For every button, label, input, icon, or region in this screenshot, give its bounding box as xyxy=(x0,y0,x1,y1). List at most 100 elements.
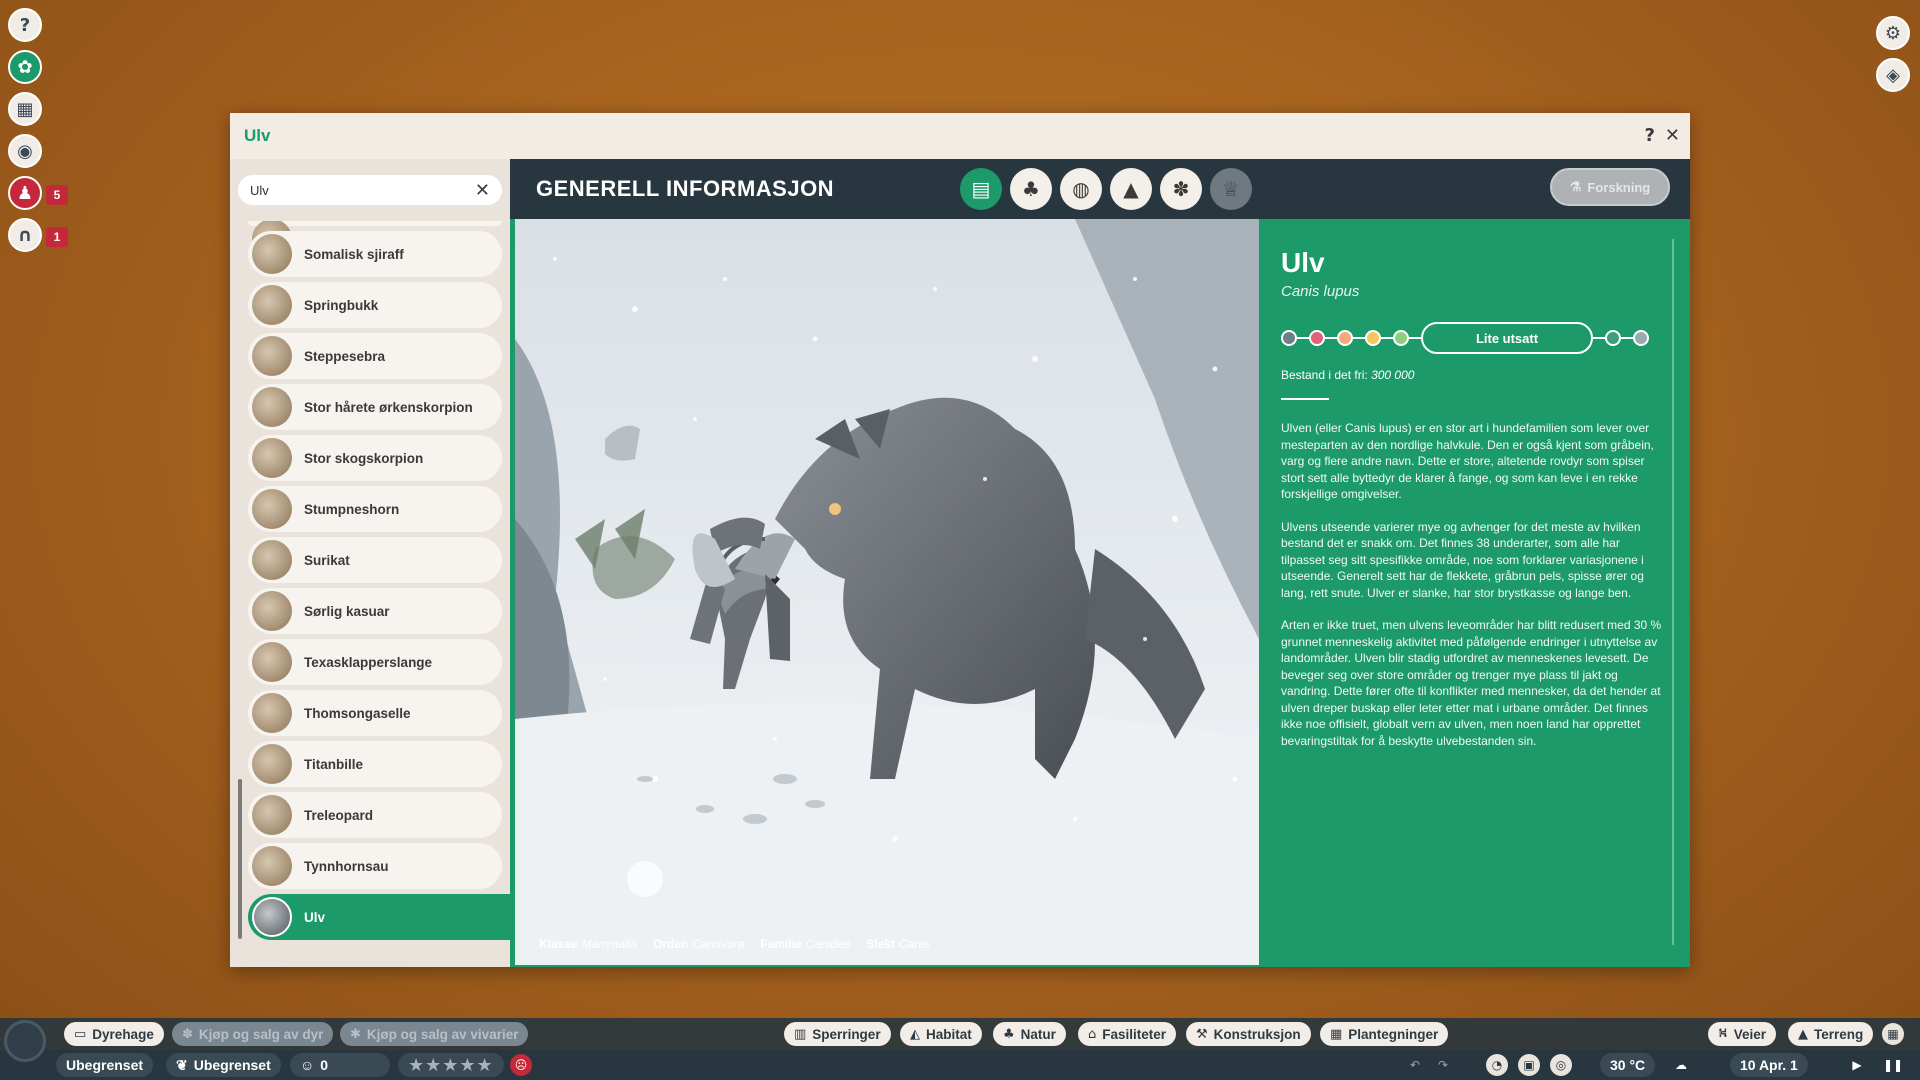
list-item[interactable]: Stor skogskorpion xyxy=(248,435,502,481)
blueprint-icon: ▦ xyxy=(1330,1026,1343,1042)
guests-icon[interactable]: ♟ 5 xyxy=(8,176,68,210)
list-item-label: Stor hårete ørkenskorpion xyxy=(304,399,473,415)
plantegninger-label: Plantegninger xyxy=(1348,1026,1439,1042)
zoo-rating: ★★★★★ xyxy=(398,1053,504,1077)
animal-avatar xyxy=(252,438,292,478)
status-dot xyxy=(1605,330,1621,346)
natur-label: Natur xyxy=(1020,1026,1056,1042)
search-clear-button[interactable]: ✕ xyxy=(475,180,490,201)
fasiliteter-button[interactable]: ⌂ Fasiliteter xyxy=(1078,1022,1177,1046)
veier-button[interactable]: ⛕ Veier xyxy=(1708,1022,1776,1046)
wolf-snow-illustration xyxy=(515,219,1259,965)
plantegninger-button[interactable]: ▦ Plantegninger xyxy=(1320,1022,1449,1046)
flask-icon: ⚗ xyxy=(1569,179,1582,194)
terreng-button[interactable]: ▲ Terreng xyxy=(1788,1022,1874,1046)
list-item-label: Texasklapperslange xyxy=(304,654,433,670)
list-item[interactable]: Titanbille xyxy=(248,741,502,787)
list-item[interactable]: Sørlig kasuar xyxy=(248,588,502,634)
paw-small-icon: ✽ xyxy=(182,1026,193,1042)
list-item-label: Steppesebra xyxy=(304,348,386,364)
date-display: 10 Apr. 1 xyxy=(1730,1053,1808,1077)
animal-avatar xyxy=(252,387,292,427)
left-rail: ? ✿ ▦ ◉ ♟ 5 ∩ 1 xyxy=(8,8,68,260)
list-item[interactable]: Texasklapperslange xyxy=(248,639,502,685)
natur-button[interactable]: ♣ Natur xyxy=(993,1022,1066,1046)
list-item[interactable]: Tynnhornsau xyxy=(248,843,502,889)
list-item[interactable]: Surikat xyxy=(248,537,502,583)
list-item-label: Somalisk sjiraff xyxy=(304,246,404,262)
enrichment-icon[interactable]: ▲ xyxy=(1110,168,1152,210)
dyrehage-button[interactable]: ▭ Dyrehage xyxy=(64,1022,164,1046)
konstruksjon-button[interactable]: ⚒ Konstruksjon xyxy=(1186,1022,1311,1046)
taxonomy-klasse: Klasse Mammalia xyxy=(539,937,638,951)
clipboard-icon[interactable]: ▤ xyxy=(960,168,1002,210)
temperature-display: 30 °C xyxy=(1600,1053,1656,1077)
trophy-icon[interactable]: ♕ xyxy=(1210,168,1252,210)
bug-icon: ✱ xyxy=(350,1026,361,1042)
list-item[interactable]: Stor hårete ørkenskorpion xyxy=(248,384,502,430)
sad-face-icon[interactable]: ☹ xyxy=(510,1054,532,1076)
camera-mode-icon[interactable]: ◈ xyxy=(1876,58,1910,92)
guests-badge: 5 xyxy=(46,185,68,205)
content-title: GENERELL INFORMASJON xyxy=(536,176,835,201)
research-value: Ubegrenset xyxy=(193,1057,271,1073)
help-icon[interactable]: ? xyxy=(8,8,42,42)
compass-knob-icon[interactable] xyxy=(4,1020,46,1062)
buy-vivarium-button[interactable]: ✱ Kjøp og salg av vivarier xyxy=(340,1022,529,1046)
population-label: Bestand i det fri: xyxy=(1281,368,1368,382)
eye-icon[interactable]: ◉ xyxy=(8,134,42,168)
window-help-button[interactable]: ? xyxy=(1644,125,1654,146)
list-item-selected[interactable]: Ulv xyxy=(248,894,510,940)
habitat-button[interactable]: ◭ Habitat xyxy=(900,1022,982,1046)
description: Ulven (eller Canis lupus) er en stor art… xyxy=(1281,420,1666,749)
settings-gear-icon[interactable]: ⚙ xyxy=(1876,16,1910,50)
list-item[interactable]: Thomsongaselle xyxy=(248,690,502,736)
population-line: Bestand i det fri: 300 000 xyxy=(1281,368,1666,382)
status-dot xyxy=(1309,330,1325,346)
screen-icon[interactable]: ▣ xyxy=(1518,1054,1540,1076)
camera-icon[interactable]: ◎ xyxy=(1550,1054,1572,1076)
staff-badge: 1 xyxy=(46,227,68,247)
right-rail: ⚙ ◈ xyxy=(1876,16,1912,100)
research-button[interactable]: ⚗ Forskning xyxy=(1550,168,1670,206)
content-pane: GENERELL INFORMASJON ▤ ♣ ◍ ▲ ✽ ♕ ⚗ Forsk… xyxy=(510,159,1690,967)
zoopedia-icon[interactable]: ✿ xyxy=(8,50,42,84)
taxonomy-familie: Familie Canidae xyxy=(760,937,851,951)
undo-icon[interactable]: ↶ xyxy=(1404,1054,1426,1076)
paw-icon[interactable]: ✽ xyxy=(1160,168,1202,210)
habitat-icon[interactable]: ♣ xyxy=(1010,168,1052,210)
drop-icon[interactable]: ◍ xyxy=(1060,168,1102,210)
buy-animals-button[interactable]: ✽ Kjøp og salg av dyr xyxy=(172,1022,334,1046)
play-icon[interactable]: ▶ xyxy=(1846,1054,1868,1076)
search-box: ✕ xyxy=(238,175,502,205)
window-close-button[interactable]: ✕ xyxy=(1665,125,1680,146)
list-item[interactable]: Springbukk xyxy=(248,282,502,328)
info-tabs: ▤ ♣ ◍ ▲ ✽ ♕ xyxy=(960,168,1252,210)
rating-stars-icon: ★★★★★ xyxy=(408,1054,494,1076)
speed-icon[interactable]: ◔ xyxy=(1486,1054,1508,1076)
redo-icon[interactable]: ↷ xyxy=(1432,1054,1454,1076)
calendar-icon[interactable]: ▦ xyxy=(8,92,42,126)
list-scrollbar[interactable] xyxy=(238,779,242,939)
animal-avatar xyxy=(252,540,292,580)
status-dot xyxy=(1633,330,1649,346)
status-connector xyxy=(1353,337,1365,339)
list-item-label: Tynnhornsau xyxy=(304,858,389,874)
list-item[interactable]: Somalisk sjiraff xyxy=(248,231,502,277)
list-item-partial[interactable] xyxy=(248,221,502,259)
board-icon: ▭ xyxy=(74,1026,87,1042)
staff-icon[interactable]: ∩ 1 xyxy=(8,218,68,252)
content-header: GENERELL INFORMASJON ▤ ♣ ◍ ▲ ✽ ♕ ⚗ Forsk… xyxy=(510,159,1690,219)
pause-icon[interactable]: ❚❚ xyxy=(1882,1054,1904,1076)
animal-avatar xyxy=(252,795,292,835)
list-item[interactable]: Treleopard xyxy=(248,792,502,838)
search-input[interactable] xyxy=(250,182,475,198)
status-row: Ubegrenset ❦ Ubegrenset ☺ 0 ★★★★★ ☹ ↶ ↷ ◔ … xyxy=(0,1050,1920,1080)
list-item-label: Springbukk xyxy=(304,297,379,313)
map-grid-icon[interactable]: ▦ xyxy=(1882,1023,1904,1045)
people-icon: ☺ xyxy=(300,1057,315,1073)
animal-avatar xyxy=(252,234,292,274)
sperringer-button[interactable]: ▥ Sperringer xyxy=(784,1022,891,1046)
list-item[interactable]: Steppesebra xyxy=(248,333,502,379)
list-item[interactable]: Stumpneshorn xyxy=(248,486,502,532)
